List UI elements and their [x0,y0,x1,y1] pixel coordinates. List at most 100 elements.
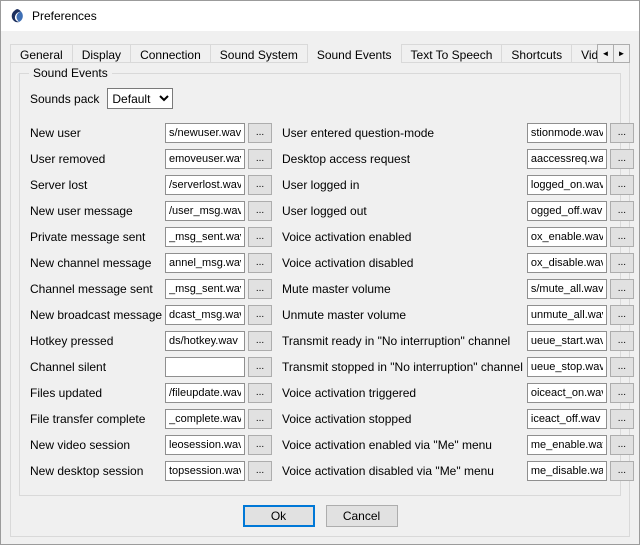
browse-button[interactable]: ... [248,123,272,143]
sound-event-label: User logged in [282,178,527,192]
sound-file-input[interactable] [527,253,607,273]
sound-event-label: Desktop access request [282,152,527,166]
sound-file-input[interactable] [527,409,607,429]
sound-file-input[interactable] [527,383,607,403]
browse-button[interactable]: ... [248,279,272,299]
browse-button[interactable]: ... [610,201,634,221]
browse-button[interactable]: ... [248,331,272,351]
browse-button[interactable]: ... [248,409,272,429]
browse-button[interactable]: ... [610,409,634,429]
browse-button[interactable]: ... [610,435,634,455]
browse-button[interactable]: ... [248,435,272,455]
sound-event-row: Voice activation triggered ... [282,380,634,406]
sound-event-row: New broadcast message ... [30,302,272,328]
browse-button[interactable]: ... [248,357,272,377]
browse-button[interactable]: ... [610,357,634,377]
browse-button[interactable]: ... [248,253,272,273]
sound-event-row: Voice activation enabled ... [282,224,634,250]
browse-button[interactable]: ... [248,201,272,221]
browse-button[interactable]: ... [610,253,634,273]
ok-button[interactable]: Ok [243,505,315,527]
sound-file-input[interactable] [165,149,245,169]
sound-file-input[interactable] [527,435,607,455]
window-title: Preferences [32,9,97,23]
tab-display[interactable]: Display [72,44,131,63]
sound-file-input[interactable] [165,435,245,455]
tab-sound-events[interactable]: Sound Events [307,44,402,63]
sound-file-input[interactable] [165,123,245,143]
sound-file-input[interactable] [527,175,607,195]
sound-event-row: User removed ... [30,146,272,172]
sound-file-input[interactable] [165,461,245,481]
sound-file-input[interactable] [527,279,607,299]
sound-event-label: New user [30,126,165,140]
tab-scroll-left-button[interactable]: ◄ [597,44,614,63]
tab-general[interactable]: General [10,44,73,63]
sound-event-label: New video session [30,438,165,452]
sound-event-row: New channel message ... [30,250,272,276]
tab-connection[interactable]: Connection [130,44,211,63]
sound-event-row: New user message ... [30,198,272,224]
sound-file-input[interactable] [165,253,245,273]
sound-event-row: Voice activation disabled ... [282,250,634,276]
sound-event-label: Voice activation triggered [282,386,527,400]
tab-shortcuts[interactable]: Shortcuts [501,44,572,63]
sound-event-label: Hotkey pressed [30,334,165,348]
sounds-pack-select[interactable]: Default [107,88,173,109]
cancel-button[interactable]: Cancel [326,505,398,527]
titlebar: Preferences [1,1,639,31]
sound-file-input[interactable] [165,227,245,247]
browse-button[interactable]: ... [610,227,634,247]
sound-event-row: Channel silent ... [30,354,272,380]
sound-file-input[interactable] [165,331,245,351]
browse-button[interactable]: ... [610,123,634,143]
sound-file-input[interactable] [527,149,607,169]
browse-button[interactable]: ... [610,461,634,481]
sound-events-right-column: User entered question-mode ... Desktop a… [282,120,634,484]
sound-event-label: Unmute master volume [282,308,527,322]
sound-file-input[interactable] [527,227,607,247]
sound-file-input[interactable] [165,383,245,403]
sound-file-input[interactable] [527,357,607,377]
sound-event-row: Files updated ... [30,380,272,406]
browse-button[interactable]: ... [610,279,634,299]
sound-file-input[interactable] [165,201,245,221]
browse-button[interactable]: ... [610,305,634,325]
browse-button[interactable]: ... [248,305,272,325]
sound-events-groupbox: Sound Events Sounds pack Default New use… [19,73,621,496]
browse-button[interactable]: ... [248,227,272,247]
sound-event-label: Transmit stopped in "No interruption" ch… [282,360,527,374]
sound-file-input[interactable] [527,331,607,351]
sound-events-left-column: New user ... User removed ... Server los… [30,120,272,484]
browse-button[interactable]: ... [610,175,634,195]
browse-button[interactable]: ... [248,149,272,169]
sound-file-input[interactable] [165,357,245,377]
sound-file-input[interactable] [527,461,607,481]
dialog-buttons: Ok Cancel [11,505,629,527]
browse-button[interactable]: ... [610,149,634,169]
tab-text-to-speech[interactable]: Text To Speech [401,44,503,63]
sound-file-input[interactable] [165,305,245,325]
sound-event-label: Private message sent [30,230,165,244]
browse-button[interactable]: ... [610,331,634,351]
tab-sound-system[interactable]: Sound System [210,44,308,63]
sound-file-input[interactable] [165,409,245,429]
sound-event-row: Mute master volume ... [282,276,634,302]
sound-event-label: Mute master volume [282,282,527,296]
tab-bar: GeneralDisplayConnectionSound SystemSoun… [10,44,630,63]
tab-scroller: ◄ ► [598,44,630,63]
browse-button[interactable]: ... [248,461,272,481]
sound-file-input[interactable] [165,279,245,299]
sound-file-input[interactable] [527,305,607,325]
sound-event-columns: New user ... User removed ... Server los… [30,120,612,484]
browse-button[interactable]: ... [610,383,634,403]
sound-event-row: Voice activation enabled via "Me" menu .… [282,432,634,458]
tab-scroll-right-button[interactable]: ► [613,44,630,63]
sound-event-row: Desktop access request ... [282,146,634,172]
sound-file-input[interactable] [527,201,607,221]
sound-file-input[interactable] [165,175,245,195]
groupbox-title: Sound Events [29,66,112,80]
sound-file-input[interactable] [527,123,607,143]
browse-button[interactable]: ... [248,175,272,195]
browse-button[interactable]: ... [248,383,272,403]
